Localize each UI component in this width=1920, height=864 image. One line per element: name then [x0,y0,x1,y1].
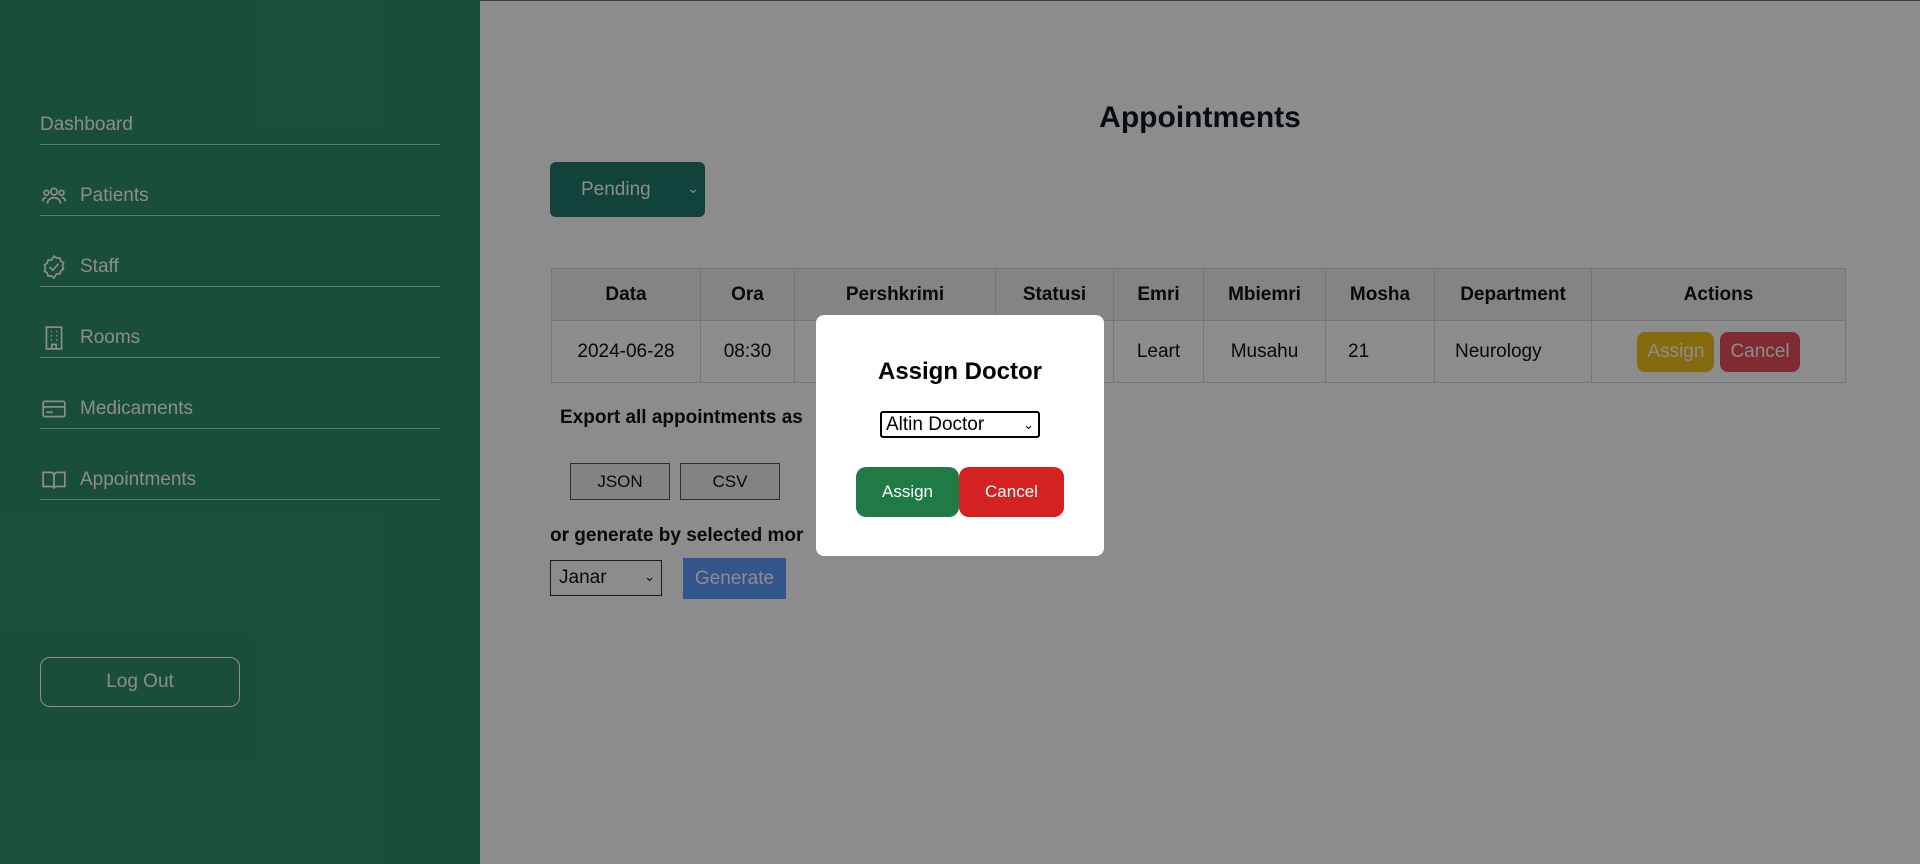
modal-cancel-button[interactable]: Cancel [959,467,1064,517]
modal-assign-button[interactable]: Assign [856,467,959,517]
doctor-select-value: Altin Doctor [886,413,985,435]
assign-doctor-modal: Assign Doctor Altin Doctor ⌄ Assign Canc… [816,315,1104,556]
doctor-select[interactable]: Altin Doctor ⌄ [880,411,1040,438]
chevron-down-icon: ⌄ [1023,417,1034,432]
modal-title: Assign Doctor [877,358,1042,385]
